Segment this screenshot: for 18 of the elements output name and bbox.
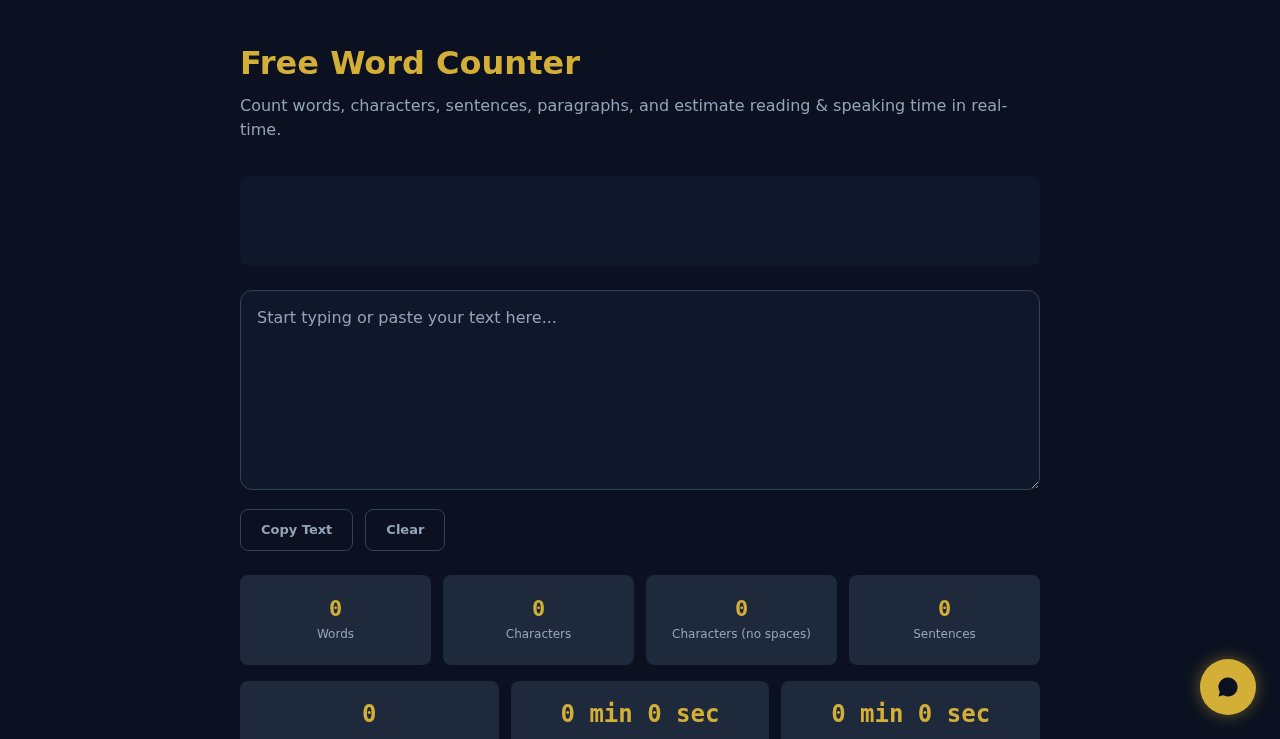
text-input-field[interactable]: Start typing or paste your text here...	[240, 290, 1040, 490]
stat-value: 0 min 0 sec	[831, 699, 991, 730]
stat-value: 0	[937, 595, 952, 623]
stat-value: 0	[531, 595, 546, 623]
stat-value: 0	[362, 699, 377, 730]
stat-label: Sentences	[913, 626, 976, 642]
stat-label: Words	[316, 626, 355, 642]
copy-text-button[interactable]: Copy Text	[240, 509, 354, 551]
clear-button[interactable]: Clear	[365, 509, 446, 551]
page-subtitle: Count words, characters, sentences, paragraphs, and estimate reading & speaking time in real-time.	[240, 95, 1009, 141]
stat-label: Characters (no spaces)	[672, 626, 811, 642]
stat-label: Characters	[505, 626, 572, 642]
chat-bubble-icon	[1217, 676, 1239, 698]
page-title: Free Word Counter	[240, 43, 580, 84]
stat-value: 0 min 0 sec	[560, 699, 720, 730]
chat-button[interactable]	[1200, 659, 1256, 715]
stat-value: 0	[328, 595, 343, 623]
stat-value: 0	[734, 595, 749, 623]
